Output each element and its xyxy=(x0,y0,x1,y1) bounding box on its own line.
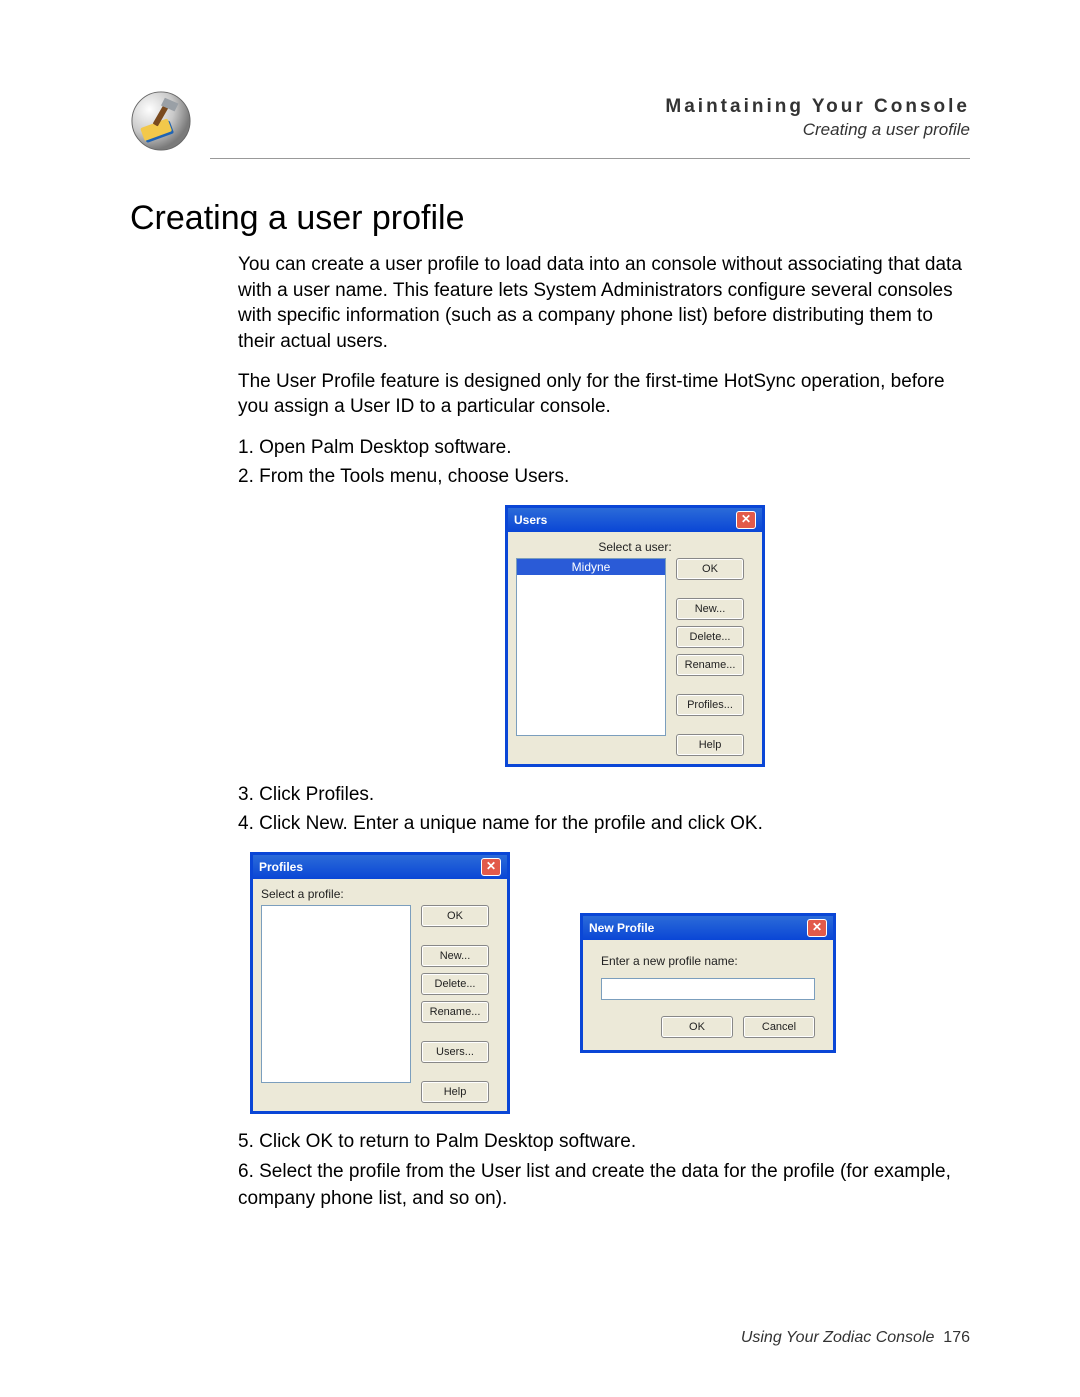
list-item[interactable]: Midyne xyxy=(517,559,665,575)
users-button[interactable]: Users... xyxy=(421,1041,489,1063)
new-profile-dialog-title: New Profile xyxy=(589,921,654,935)
delete-button[interactable]: Delete... xyxy=(421,973,489,995)
chapter-title: Maintaining Your Console xyxy=(210,96,970,118)
profiles-dialog-title: Profiles xyxy=(259,860,303,874)
page-header: Maintaining Your Console Creating a user… xyxy=(130,90,970,152)
intro-p2: The User Profile feature is designed onl… xyxy=(238,369,970,420)
page-number: 176 xyxy=(943,1329,970,1346)
step-3: Click Profiles. xyxy=(238,781,970,809)
tools-icon xyxy=(130,90,192,152)
new-profile-dialog: New Profile ✕ Enter a new profile name: … xyxy=(580,913,836,1053)
ok-button[interactable]: OK xyxy=(421,905,489,927)
profiles-dialog: Profiles ✕ Select a profile: OK New... D… xyxy=(250,852,510,1114)
page-footer: Using Your Zodiac Console 176 xyxy=(741,1329,970,1347)
help-button[interactable]: Help xyxy=(421,1081,489,1103)
ok-button[interactable]: OK xyxy=(676,558,744,580)
intro-block: You can create a user profile to load da… xyxy=(238,252,970,420)
help-button[interactable]: Help xyxy=(676,734,744,756)
new-button[interactable]: New... xyxy=(421,945,489,967)
profile-name-input[interactable] xyxy=(601,978,815,1000)
section-title: Creating a user profile xyxy=(130,199,970,238)
ok-button[interactable]: OK xyxy=(661,1016,733,1038)
users-listbox[interactable]: Midyne xyxy=(516,558,666,736)
intro-p1: You can create a user profile to load da… xyxy=(238,252,970,355)
new-button[interactable]: New... xyxy=(676,598,744,620)
step-1: Open Palm Desktop software. xyxy=(238,434,970,462)
close-icon[interactable]: ✕ xyxy=(736,511,756,529)
steps-list-2: Click Profiles. Click New. Enter a uniqu… xyxy=(238,781,970,838)
steps-list: Open Palm Desktop software. From the Too… xyxy=(238,434,970,491)
users-select-label: Select a user: xyxy=(516,540,754,554)
steps-list-3: Click OK to return to Palm Desktop softw… xyxy=(238,1128,970,1213)
close-icon[interactable]: ✕ xyxy=(481,858,501,876)
breadcrumb: Creating a user profile xyxy=(210,120,970,140)
step-4: Click New. Enter a unique name for the p… xyxy=(238,810,970,838)
step-2: From the Tools menu, choose Users. xyxy=(238,463,970,491)
step-5: Click OK to return to Palm Desktop softw… xyxy=(238,1128,970,1156)
delete-button[interactable]: Delete... xyxy=(676,626,744,648)
rename-button[interactable]: Rename... xyxy=(676,654,744,676)
footer-text: Using Your Zodiac Console xyxy=(741,1329,935,1346)
rename-button[interactable]: Rename... xyxy=(421,1001,489,1023)
users-dialog: Users ✕ Select a user: Midyne OK New... … xyxy=(505,505,765,767)
profiles-select-label: Select a profile: xyxy=(261,887,499,901)
new-profile-label: Enter a new profile name: xyxy=(601,954,815,968)
close-icon[interactable]: ✕ xyxy=(807,919,827,937)
cancel-button[interactable]: Cancel xyxy=(743,1016,815,1038)
profiles-listbox[interactable] xyxy=(261,905,411,1083)
profiles-button[interactable]: Profiles... xyxy=(676,694,744,716)
step-6: Select the profile from the User list an… xyxy=(238,1158,970,1213)
users-dialog-title: Users xyxy=(514,513,547,527)
header-rule xyxy=(210,158,970,159)
